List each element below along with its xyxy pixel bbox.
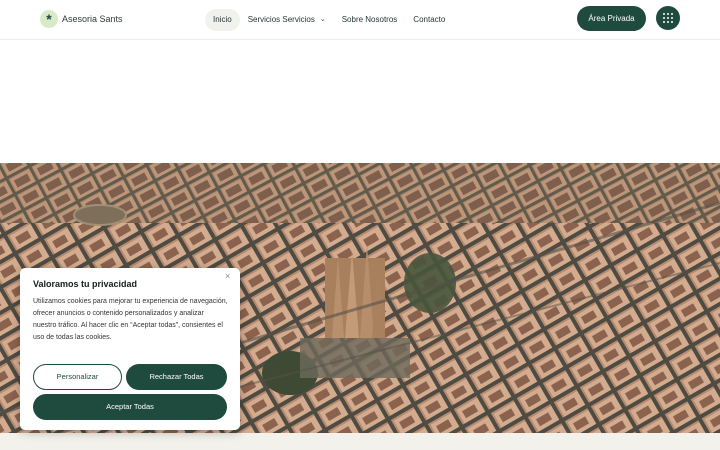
- private-area-button[interactable]: Área Privada: [577, 6, 646, 31]
- chevron-down-icon: ⌄: [319, 16, 326, 23]
- grid-menu-icon: [663, 13, 673, 23]
- close-icon[interactable]: ×: [225, 271, 230, 281]
- logo-text: Asesoria Sants: [62, 14, 123, 24]
- cookie-title: Valoramos tu privacidad: [33, 279, 138, 289]
- site-header: * Asesoria Sants Inicio Servicios Servic…: [0, 0, 720, 40]
- nav-item-label: Servicios Servicios: [247, 15, 315, 24]
- nav-item-label: Inicio: [213, 15, 232, 24]
- main-nav: Inicio Servicios Servicios ⌄ Sobre Nosot…: [205, 9, 453, 31]
- customize-button[interactable]: Personalizar: [33, 364, 122, 390]
- nav-item-inicio[interactable]: Inicio: [205, 9, 240, 31]
- bottom-strip: [0, 433, 720, 450]
- nav-item-label: Contacto: [413, 15, 446, 24]
- nav-item-servicios[interactable]: Servicios Servicios ⌄: [240, 9, 334, 31]
- cookie-consent-dialog: Valoramos tu privacidad × Utilizamos coo…: [20, 268, 240, 430]
- asterisk-logo-icon: *: [40, 10, 58, 28]
- nav-item-label: Sobre Nosotros: [341, 15, 398, 24]
- nav-item-contacto[interactable]: Contacto: [405, 9, 453, 31]
- cookie-description: Utilizamos cookies para mejorar tu exper…: [33, 298, 228, 341]
- logo[interactable]: * Asesoria Sants: [40, 10, 123, 28]
- accept-all-button[interactable]: Aceptar Todas: [33, 394, 227, 420]
- grid-menu-button[interactable]: [656, 6, 680, 30]
- reject-all-button[interactable]: Rechazar Todas: [126, 364, 227, 390]
- nav-item-sobre-nosotros[interactable]: Sobre Nosotros: [334, 9, 406, 31]
